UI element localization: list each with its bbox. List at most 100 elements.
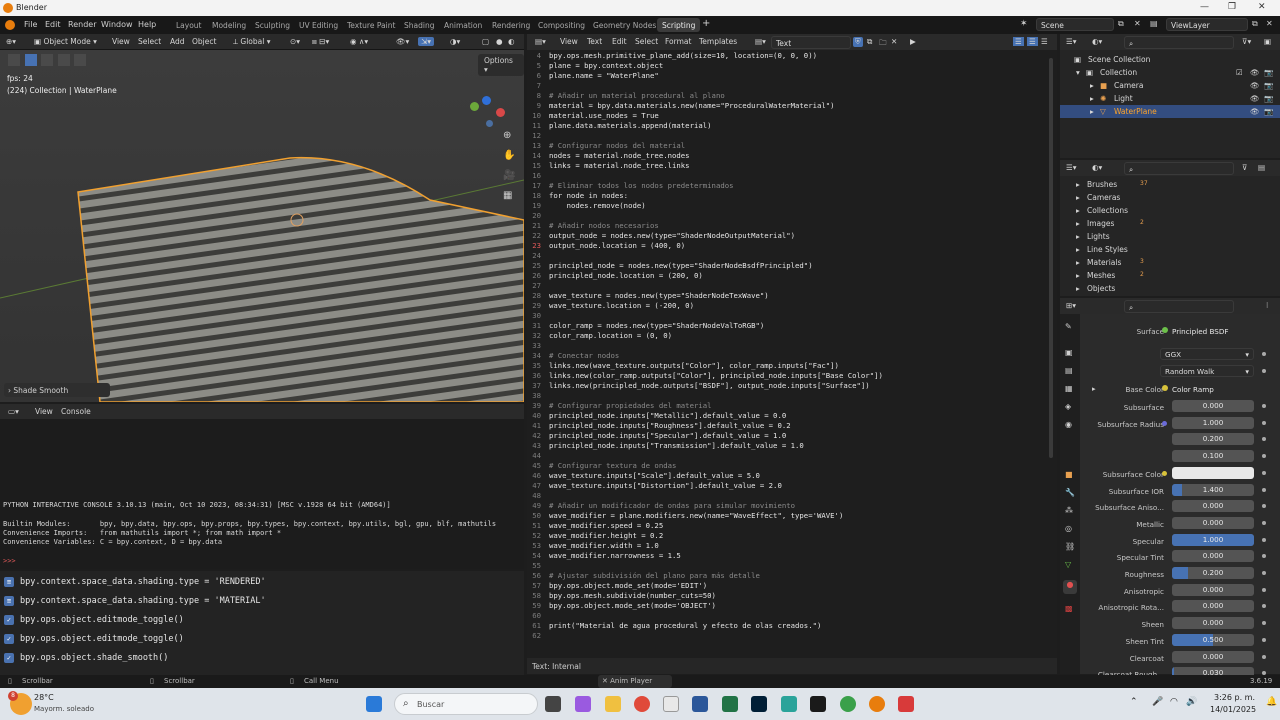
property-value-field[interactable]: 0.200	[1172, 433, 1254, 446]
tab-geometry-nodes[interactable]: Geometry Nodes	[588, 18, 661, 32]
pivot-icon[interactable]: ⊙▾	[290, 37, 300, 46]
property-value-field[interactable]: 0.000	[1172, 500, 1254, 513]
particles-tab-icon[interactable]: ⁂	[1065, 506, 1073, 515]
code-line[interactable]: 9 material = bpy.data.materials.new(name=…	[527, 101, 835, 111]
code-line[interactable]: 7	[527, 81, 549, 91]
viewport-menu-add[interactable]: Add	[170, 37, 185, 46]
tab-scripting[interactable]: Scripting	[657, 18, 701, 32]
visibility-icon[interactable]: 👁▾	[396, 37, 409, 46]
history-item[interactable]: ✓ bpy.ops.object.editmode_toggle()	[4, 611, 184, 628]
code-line[interactable]: 58 bpy.ops.mesh.subdivide(number_cuts=50)	[527, 591, 716, 601]
scene-icon[interactable]: ✶	[1020, 19, 1028, 29]
expand-icon[interactable]: ▸	[1076, 284, 1080, 293]
blender-taskbar-icon[interactable]	[869, 696, 885, 712]
text-name-field[interactable]: Text	[771, 36, 851, 49]
subsurface-method-dropdown[interactable]: Random Walk ▾	[1160, 365, 1254, 377]
code-line[interactable]: 30	[527, 311, 549, 321]
menu-file[interactable]: File	[24, 20, 37, 29]
outliner-item-waterplane[interactable]: ▸ ▽ WaterPlane 👁 📷	[1060, 105, 1280, 118]
code-line[interactable]: 45 # Configurar textura de ondas	[527, 461, 676, 471]
property-value-field[interactable]: 1.000	[1172, 416, 1254, 429]
shading-rendered-icon[interactable]: ◐	[508, 37, 515, 46]
maximize-icon[interactable]: ❐	[1228, 2, 1236, 12]
code-line[interactable]: 50 wave_modifier = plane.modifiers.new(na…	[527, 511, 843, 521]
start-windows-icon[interactable]	[366, 696, 382, 712]
code-line[interactable]: 57 bpy.ops.object.mode_set(mode='EDIT')	[527, 581, 707, 591]
taskbar-search[interactable]: ⌕ Buscar	[394, 693, 538, 715]
distribution-dropdown[interactable]: GGX ▾	[1160, 348, 1254, 360]
eye-icon[interactable]: 👁	[1250, 81, 1260, 90]
clock-time[interactable]: 3:26 p. m.	[1214, 693, 1255, 702]
tab-animation[interactable]: Animation	[439, 18, 487, 32]
code-line[interactable]: 59 bpy.ops.object.mode_set(mode='OBJECT')	[527, 601, 716, 611]
wifi-icon[interactable]: ◠	[1170, 697, 1178, 707]
purge-icon[interactable]: ▤	[1258, 163, 1265, 172]
blend-item-brushes[interactable]: ▸ Brushes 37	[1060, 178, 1280, 191]
world-tab-icon[interactable]: ◉	[1065, 420, 1072, 429]
history-item[interactable]: ✓ bpy.ops.object.editmode_toggle()	[4, 630, 184, 647]
word-icon[interactable]	[692, 696, 708, 712]
property-value-field[interactable]: 0.100	[1172, 450, 1254, 463]
code-line[interactable]: 54 wave_modifier.narrowness = 1.5	[527, 551, 681, 561]
eye-icon[interactable]: 👁	[1250, 94, 1260, 103]
code-line[interactable]: 37 links.new(principled_node.outputs["BSD…	[527, 381, 870, 391]
tool-tab-icon[interactable]: ✎	[1065, 322, 1072, 331]
code-line[interactable]: 12	[527, 131, 549, 141]
blend-item-objects[interactable]: ▸ Objects	[1060, 282, 1280, 295]
gizmo-toggle-icon[interactable]: ⇲▾	[418, 37, 435, 46]
python-console[interactable]: PYTHON INTERACTIVE CONSOLE 3.10.13 (main…	[0, 419, 524, 569]
menu-window[interactable]: Window	[101, 20, 133, 29]
properties-search[interactable]: ⌕	[1124, 300, 1234, 313]
new-view-layer-icon[interactable]: ⧉	[1252, 19, 1258, 29]
keyframe-dot-icon[interactable]	[1262, 420, 1266, 425]
tray-chevron-icon[interactable]: ⌃	[1130, 697, 1138, 707]
code-line[interactable]: 10 material.use_nodes = True	[527, 111, 659, 121]
console-menu-console[interactable]: Console	[61, 407, 91, 416]
camera-render-icon[interactable]: 📷	[1264, 68, 1273, 77]
blend-item-cameras[interactable]: ▸ Cameras	[1060, 191, 1280, 204]
text-editor[interactable]: 4 bpy.ops.mesh.primitive_plane_add(size=1…	[527, 50, 1057, 658]
surface-shader-field[interactable]: Principled BSDF	[1172, 327, 1229, 336]
anim-player-job[interactable]: ✕ Anim Player	[598, 675, 672, 688]
overlay-toggle-icon[interactable]: ◑▾	[450, 37, 460, 46]
microphone-icon[interactable]: 🎤	[1152, 697, 1163, 707]
chrome-icon[interactable]	[634, 696, 650, 712]
code-line[interactable]: 26 principled_node.location = (200, 0)	[527, 271, 703, 281]
code-line[interactable]: 23 output_node.location = (400, 0)	[527, 241, 685, 251]
text-menu-view[interactable]: View	[560, 37, 578, 46]
gizmo-y-icon[interactable]	[470, 102, 479, 111]
code-line[interactable]: 61 print("Material de agua procedural y e…	[527, 621, 821, 631]
outliner-item-light[interactable]: ▸ ✺ Light 👁 📷	[1060, 92, 1280, 105]
code-line[interactable]: 46 wave_texture.inputs["Scale"].default_v…	[527, 471, 760, 481]
property-value-field[interactable]	[1172, 466, 1254, 479]
viewport-menu-object[interactable]: Object	[192, 37, 216, 46]
code-line[interactable]: 41 principled_node.inputs["Roughness"].de…	[527, 421, 790, 431]
camera-view-icon[interactable]: 🎥	[503, 170, 515, 181]
options-dropdown[interactable]: Options ▾	[478, 54, 524, 76]
pin-icon[interactable]: ⁝	[1266, 301, 1268, 310]
pan-hand-icon[interactable]: ✋	[503, 150, 515, 161]
code-line[interactable]: 62	[527, 631, 549, 641]
keyframe-dot-icon[interactable]	[1262, 571, 1266, 575]
shading-solid-icon[interactable]: ●	[496, 37, 503, 46]
tab-shading[interactable]: Shading	[399, 18, 439, 32]
code-line[interactable]: 44	[527, 451, 549, 461]
filter-icon[interactable]: ⊽▾	[1242, 37, 1251, 46]
code-line[interactable]: 6 plane.name = "WaterPlane"	[527, 71, 659, 81]
display-mode-icon[interactable]: ◐▾	[1092, 163, 1102, 172]
property-value-field[interactable]: 1.400	[1172, 483, 1254, 496]
minimize-icon[interactable]: —	[1200, 2, 1209, 12]
outliner-type-icon[interactable]: ☰▾	[1066, 163, 1077, 172]
code-line[interactable]: 15 links = material.node_tree.links	[527, 161, 689, 171]
chrome-profile-icon[interactable]	[840, 696, 856, 712]
viewport-menu-view[interactable]: View	[112, 37, 130, 46]
volume-icon[interactable]: 🔊	[1186, 697, 1197, 707]
property-value-field[interactable]: 0.000	[1172, 650, 1254, 663]
view-layer-field[interactable]: ViewLayer	[1166, 18, 1248, 31]
viewport-menu-select[interactable]: Select	[138, 37, 161, 46]
excel-icon[interactable]	[722, 696, 738, 712]
camera-render-icon[interactable]: 📷	[1264, 81, 1273, 90]
run-script-icon[interactable]: ▶	[910, 37, 916, 46]
text-datablock-icon[interactable]: ▤▾	[755, 37, 766, 46]
code-line[interactable]: 22 output_node = nodes.new(type="ShaderNo…	[527, 231, 795, 241]
